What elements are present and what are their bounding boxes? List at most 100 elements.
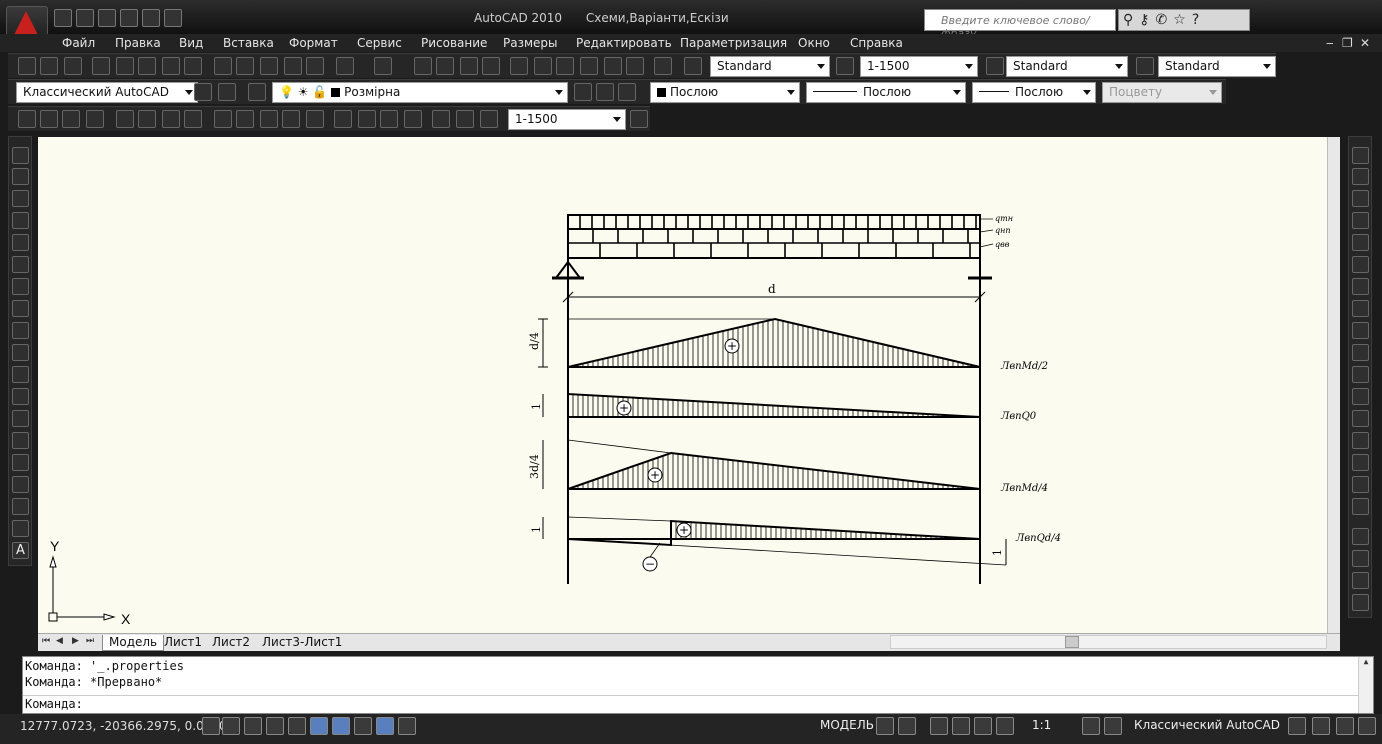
isolate-objects-icon[interactable] [1312, 717, 1330, 735]
tab-next-icon[interactable]: ▶ [72, 636, 82, 648]
dim-break-icon[interactable] [306, 110, 324, 128]
copy-object-icon[interactable] [1352, 168, 1369, 185]
multiline-text-icon[interactable]: A [12, 542, 29, 559]
tab-sheet2[interactable]: Лист2 [206, 635, 256, 651]
block-editor-icon[interactable] [306, 57, 324, 75]
layer-state-icon[interactable] [618, 83, 636, 101]
quick-dim-icon[interactable] [214, 110, 232, 128]
zoom-realtime-icon[interactable] [436, 57, 454, 75]
properties-icon[interactable] [510, 57, 528, 75]
status-menu-icon[interactable] [1336, 717, 1354, 735]
3d-dwf-icon[interactable] [162, 57, 180, 75]
auto-scale-icon[interactable] [1104, 717, 1122, 735]
command-prompt[interactable]: Команда: [25, 697, 83, 711]
drawing-canvas[interactable]: d qтн qнп qвв + d/4 ЛвпМd/2 + 1 ЛвпQ0 + … [38, 137, 1327, 633]
workspace-switch[interactable]: Классический AutoCAD [1134, 718, 1280, 732]
clean-screen-icon[interactable] [1358, 717, 1376, 735]
polygon-icon[interactable] [12, 212, 29, 229]
layer-previous-icon[interactable] [596, 83, 614, 101]
menu-window[interactable]: Окно [798, 36, 830, 50]
draw-order-back-icon[interactable] [1352, 550, 1369, 567]
dim-space-icon[interactable] [282, 110, 300, 128]
mirror-icon[interactable] [1352, 190, 1369, 207]
angular-dim-icon[interactable] [184, 110, 202, 128]
dimension-style-icon[interactable] [630, 110, 648, 128]
annotation-scale[interactable]: 1:1 [1032, 718, 1051, 732]
plot-preview-icon[interactable] [116, 57, 134, 75]
dim-edit-icon[interactable] [432, 110, 450, 128]
zoom-window-icon[interactable] [460, 57, 478, 75]
move-icon[interactable] [1352, 256, 1369, 273]
search-input[interactable]: Введите ключевое слово/фразу [924, 9, 1116, 40]
tolerance-icon[interactable] [334, 110, 352, 128]
text-style-icon[interactable] [684, 57, 702, 75]
menu-edit[interactable]: Правка [115, 36, 161, 50]
tab-sheet3[interactable]: Лист3-Лист1 [256, 635, 348, 651]
model-space-toggle[interactable]: МОДЕЛЬ [820, 718, 874, 732]
revision-cloud-icon[interactable] [12, 300, 29, 317]
workspace-select[interactable]: Классический AutoCAD [16, 82, 198, 103]
layer-select[interactable]: 💡 ☀ 🔓 Розмірна [272, 82, 568, 103]
new-icon[interactable] [54, 9, 72, 27]
minimize-icon[interactable]: ‒ [1326, 36, 1334, 50]
center-mark-icon[interactable] [358, 110, 376, 128]
hatch-icon[interactable] [12, 454, 29, 471]
draw-order-front-icon[interactable] [1352, 528, 1369, 545]
lineweight-select[interactable]: Послою [972, 82, 1096, 103]
qnew-icon[interactable] [18, 57, 36, 75]
menu-file[interactable]: Файл [62, 36, 95, 50]
dim-style-icon[interactable] [836, 57, 854, 75]
array-icon[interactable] [1352, 234, 1369, 251]
ellipse-arc-icon[interactable] [12, 366, 29, 383]
diameter-dim-icon[interactable] [162, 110, 180, 128]
point-icon[interactable] [12, 432, 29, 449]
workspace-customize-icon[interactable] [218, 83, 236, 101]
region-icon[interactable] [12, 498, 29, 515]
redo-icon[interactable] [142, 9, 160, 27]
satellite-icon[interactable]: ✆ [1156, 12, 1168, 28]
coordinates-readout[interactable]: 12777.0723, -20366.2975, 0.0000 [20, 719, 227, 733]
inspection-icon[interactable] [380, 110, 398, 128]
insert-block-icon[interactable] [12, 388, 29, 405]
make-current-icon[interactable] [574, 83, 592, 101]
lock-toolbar-icon[interactable] [1288, 717, 1306, 735]
multileader-style-icon[interactable] [1136, 57, 1154, 75]
arc-icon[interactable] [12, 256, 29, 273]
dim-update-icon[interactable] [480, 110, 498, 128]
menu-insert[interactable]: Вставка [223, 36, 274, 50]
workspace-settings-icon[interactable] [194, 83, 212, 101]
plot-icon[interactable] [164, 9, 182, 27]
stretch-icon[interactable] [1352, 322, 1369, 339]
menu-modify[interactable]: Редактировать [576, 36, 672, 50]
fillet-icon[interactable] [1352, 476, 1369, 493]
open-icon[interactable] [76, 9, 94, 27]
grid-icon[interactable] [244, 717, 262, 735]
quick-view-layouts-icon[interactable] [876, 717, 894, 735]
annotation-visibility-icon[interactable] [1082, 717, 1100, 735]
menu-draw[interactable]: Рисование [421, 36, 487, 50]
open-icon[interactable] [40, 57, 58, 75]
table-style-icon[interactable] [986, 57, 1004, 75]
menu-parametric[interactable]: Параметризация [680, 36, 787, 50]
otrack-icon[interactable] [332, 717, 350, 735]
menu-dimension[interactable]: Размеры [503, 36, 558, 50]
quickcalc-icon[interactable] [626, 57, 644, 75]
showmotion-icon[interactable] [996, 717, 1014, 735]
bring-above-icon[interactable] [1352, 572, 1369, 589]
tab-sheet1[interactable]: Лист1 [158, 635, 208, 651]
menu-format[interactable]: Формат [289, 36, 338, 50]
tool-palettes-icon[interactable] [556, 57, 574, 75]
color-select[interactable]: Послою [650, 82, 800, 103]
lineweight-display-icon[interactable] [398, 717, 416, 735]
table-icon[interactable] [12, 520, 29, 537]
construction-line-icon[interactable] [12, 168, 29, 185]
plot-icon[interactable] [92, 57, 110, 75]
dim-text-edit-icon[interactable] [456, 110, 474, 128]
break-icon[interactable] [1352, 410, 1369, 427]
vertical-scrollbar[interactable] [1327, 137, 1340, 633]
key-icon[interactable]: ⚷ [1139, 12, 1149, 28]
save-icon[interactable] [64, 57, 82, 75]
close-icon[interactable]: ✕ [1360, 36, 1370, 50]
ortho-icon[interactable] [266, 717, 284, 735]
pan-status-icon[interactable] [930, 717, 948, 735]
